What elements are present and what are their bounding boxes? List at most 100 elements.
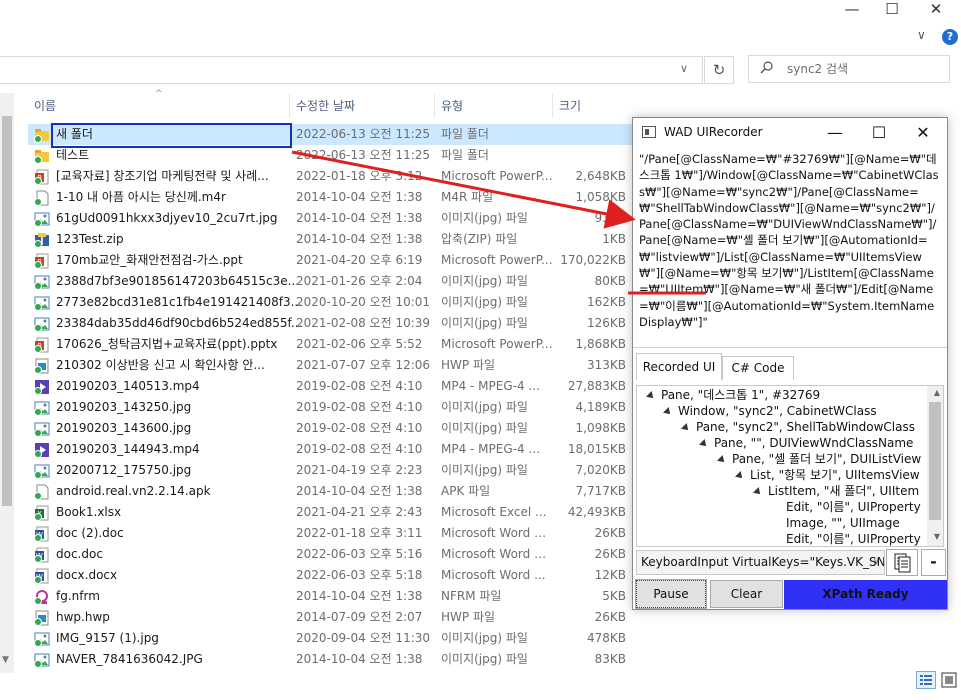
file-name[interactable]: doc (2).doc [56,523,306,544]
file-name[interactable]: 61gUd0091hkxx3djyev10_2cu7rt.jpg [56,208,306,229]
file-name[interactable]: Book1.xlsx [56,502,306,523]
wad-window-title: WAD UIRecorder [664,125,763,139]
file-row[interactable]: 20190203_140513.mp4 2019-02-08 오전 4:10 MP4… [28,376,633,397]
tree-node[interactable]: Window, "sync2", CabinetWClass [663,403,877,419]
file-name[interactable]: 170mb교안_화재안전점검-가스.ppt [56,250,306,271]
wad-maximize-button[interactable]: ☐ [857,122,901,144]
tree-node[interactable]: Edit, "이름", UIProperty [772,499,921,515]
file-name[interactable]: 20190203_143600.jpg [56,418,306,439]
tree-scroll-down-icon[interactable]: ▼ [934,532,940,541]
search-input[interactable] [787,60,937,78]
tree-node[interactable]: Pane, "", DUIViewWndClassName [699,435,913,451]
file-name[interactable]: android.real.vn2.2.14.apk [56,481,306,502]
file-name[interactable]: 20190203_140513.mp4 [56,376,306,397]
file-row[interactable]: android.real.vn2.2.14.apk 2014-10-04 오전 1… [28,481,633,502]
tree-node[interactable]: Pane, "데스크톱 1", #32769 [646,387,820,403]
copy-button[interactable] [886,549,918,576]
explorer-maximize-button[interactable]: ☐ [872,0,912,20]
wad-minimize-button[interactable]: — [813,122,857,144]
file-row[interactable]: XBook1.xlsx2021-04-21 오후 2:43Microsoft E… [28,502,633,523]
tree-node[interactable]: Pane, "sync2", ShellTabWindowClass [681,419,915,435]
file-row[interactable]: 61gUd0091hkxx3djyev10_2cu7rt.jpg 2014-10-… [28,208,633,229]
file-name[interactable]: 2773e82bcd31e81c1fb4e191421408f3... [56,292,306,313]
file-row[interactable]: 1-10 내 아픔 아시는 당신께.m4r 2014-10-04 오전 1:38 M… [28,187,633,208]
wad-close-button[interactable]: ✕ [901,122,945,144]
file-name[interactable]: 20190203_143250.jpg [56,397,306,418]
file-row[interactable]: 123Test.zip 2014-10-04 오전 1:38 압축(ZIP) 파일 1… [28,229,633,250]
file-name[interactable]: IMG_9157 (1).jpg [56,628,306,649]
tab-recorded-ui[interactable]: Recorded UI [636,353,722,380]
file-row[interactable]: 210302 이상반응 신고 시 확인사항 안... 2021-07-07 오후 … [28,355,633,376]
tab-csharp-code[interactable]: C# Code [722,356,794,380]
file-row[interactable]: Wdocx.docx2022-06-03 오후 5:18Microsoft Wo… [28,565,633,586]
file-name[interactable]: hwp.hwp [56,607,306,628]
explorer-close-button[interactable]: ✕ [916,0,956,20]
expand-triangle-icon[interactable] [717,454,727,465]
tree-node[interactable]: Pane, "셸 폴더 보기", DUIListView [717,451,921,467]
column-header-size[interactable]: 크기 [553,94,633,118]
clear-button[interactable]: Clear [710,580,783,608]
file-row[interactable]: 20190203_144943.mp4 2019-02-08 오전 4:10 MP4… [28,439,633,460]
file-name[interactable]: 20190203_144943.mp4 [56,439,306,460]
tree-node[interactable]: ListItem, "새 폴더", UIItem [753,483,919,499]
file-row[interactable]: 20200712_175750.jpg 2021-04-19 오후 2:23 이미지… [28,460,633,481]
file-row[interactable]: Wdoc (2).doc2022-01-18 오후 3:11Microsoft … [28,523,633,544]
address-bar[interactable] [0,56,703,84]
expand-triangle-icon[interactable] [735,470,745,481]
scroll-down-arrow-icon[interactable]: ▼ [2,655,9,665]
tree-node[interactable]: List, "항목 보기", UIItemsView [735,467,920,483]
select-chevron-down-icon[interactable]: ∨ [873,557,880,567]
file-name[interactable]: 2388d7bf3e901856147203b64515c3e... [56,271,306,292]
help-button[interactable]: ? [942,29,958,45]
file-row[interactable]: NAVER_7841636042.JPG 2014-10-04 오전 1:38 이미… [28,649,633,670]
file-name[interactable]: docx.docx [56,565,306,586]
file-name[interactable]: NAVER_7841636042.JPG [56,649,306,670]
file-row[interactable]: P170mb교안_화재안전점검-가스.ppt2021-04-20 오후 6:19… [28,250,633,271]
details-view-button[interactable] [916,671,936,689]
file-row[interactable]: hwp.hwp 2014-07-09 오전 2:07 HWP 파일 26KB [28,607,633,628]
tree-node[interactable]: Edit, "이름", UIProperty [772,531,921,546]
expand-triangle-icon[interactable] [681,422,691,433]
tree-node[interactable]: Image, "", UIImage [772,515,900,531]
navigation-scrollbar-thumb[interactable] [2,116,12,506]
file-name[interactable]: 테스트 [56,145,306,166]
recorded-ui-tree[interactable]: Pane, "데스크톱 1", #32769 Window, "sync2", C… [636,385,944,547]
file-row[interactable]: 23384dab35dd46df90cbd6b524ed855f... 2021-… [28,313,633,334]
file-row[interactable]: 20190203_143250.jpg 2019-02-08 오전 4:10 이미지… [28,397,633,418]
xpath-textbox[interactable]: "/Pane[@ClassName=₩"#32769₩"][@Name=₩"데스… [633,148,947,348]
minus-button[interactable]: - [921,549,946,576]
expand-triangle-icon[interactable] [663,406,673,417]
file-name[interactable]: 23384dab35dd46df90cbd6b524ed855f... [56,313,306,334]
refresh-button[interactable]: ↻ [704,56,734,84]
file-name[interactable]: 170626_청탁금지법+교육자료(ppt).pptx [56,334,306,355]
file-name[interactable]: 20200712_175750.jpg [56,460,306,481]
file-row[interactable]: P170626_청탁금지법+교육자료(ppt).pptx2021-02-06 오… [28,334,633,355]
explorer-minimize-button[interactable]: — [832,0,872,20]
pause-button[interactable]: Pause [635,579,707,609]
file-name[interactable]: 210302 이상반응 신고 시 확인사항 안... [56,355,306,376]
file-name[interactable]: fg.nfrm [56,586,306,607]
address-dropdown-chevron-icon[interactable]: ∨ [680,62,688,75]
file-row[interactable]: fg.nfrm 2014-10-04 오전 1:38 NFRM 파일 5KB [28,586,633,607]
file-row[interactable]: 테스트 2022-06-13 오전 11:25 파일 폴더 [28,145,633,166]
file-row[interactable]: 2388d7bf3e901856147203b64515c3e... 2021-0… [28,271,633,292]
file-row[interactable]: Wdoc.doc2022-06-03 오후 5:16Microsoft Word… [28,544,633,565]
file-row[interactable]: 20190203_143600.jpg 2019-02-08 오전 4:10 이미지… [28,418,633,439]
file-name[interactable]: 1-10 내 아픔 아시는 당신께.m4r [56,187,306,208]
tree-scroll-up-icon[interactable]: ▲ [934,388,940,397]
file-row[interactable]: IMG_9157 (1).jpg 2020-09-04 오전 11:30 이미지(j… [28,628,633,649]
expand-triangle-icon[interactable] [699,438,709,449]
keyboard-input-select[interactable]: KeyboardInput VirtualKeys="Keys.VK_SNA [636,550,885,575]
file-name[interactable]: 123Test.zip [56,229,306,250]
large-icons-view-icon[interactable] [940,671,958,689]
file-name[interactable]: [교육자료] 창조기업 마케팅전략 및 사례... [56,166,306,187]
ribbon-expand-chevron-icon[interactable]: ∨ [917,28,926,42]
expand-triangle-icon[interactable] [646,390,656,401]
file-name[interactable]: doc.doc [56,544,306,565]
tree-scrollbar-thumb[interactable] [929,402,941,520]
file-row[interactable]: 2773e82bcd31e81c1fb4e191421408f3... 2020-… [28,292,633,313]
column-header-type[interactable]: 유형 [435,94,553,118]
column-header-date[interactable]: 수정한 날짜 [290,94,435,118]
expand-triangle-icon[interactable] [753,486,763,497]
file-row[interactable]: P[교육자료] 창조기업 마케팅전략 및 사례...2022-01-18 오후 … [28,166,633,187]
